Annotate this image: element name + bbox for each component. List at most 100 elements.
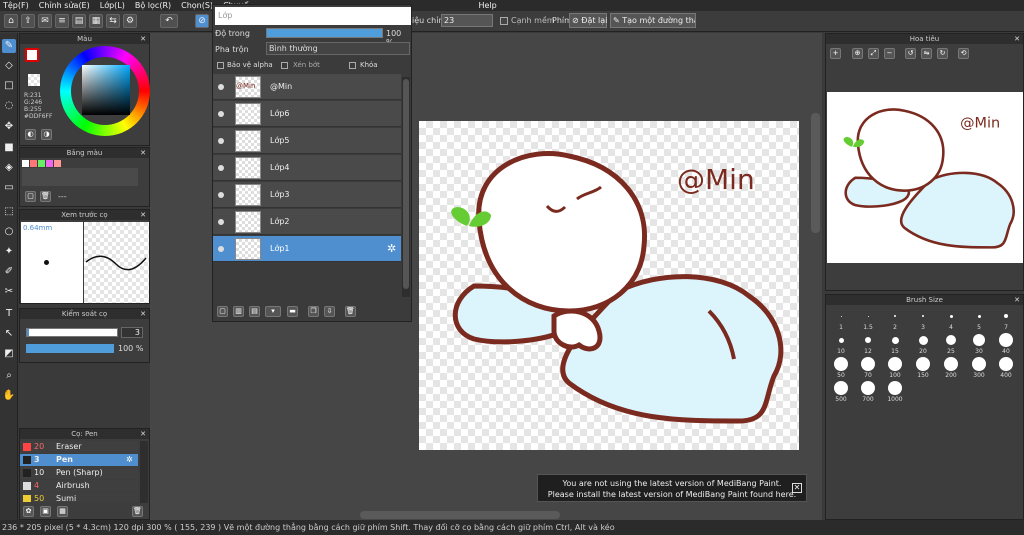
- brush-size-option[interactable]: 1.5: [856, 309, 880, 331]
- brush-tool-icon[interactable]: ✎: [2, 39, 16, 53]
- list-icon[interactable]: ≡: [55, 14, 69, 28]
- visibility-icon[interactable]: [218, 246, 224, 252]
- drawing-canvas[interactable]: @Min: [419, 121, 799, 450]
- brush-size-option[interactable]: 30: [967, 333, 991, 355]
- brush-item-pen-sharp[interactable]: 10 Pen (Sharp): [20, 467, 138, 479]
- select-eraser-icon[interactable]: ✂: [2, 285, 16, 299]
- close-icon[interactable]: ✕: [140, 210, 146, 220]
- rotate-right-icon[interactable]: ↻: [937, 48, 948, 59]
- brush-size-option[interactable]: 50: [829, 357, 853, 379]
- new-palette-icon[interactable]: ▢: [25, 191, 36, 202]
- make-line-button[interactable]: ✎ Tạo một đường thẳng: [610, 13, 696, 28]
- lasso-tool-icon[interactable]: ◌: [2, 99, 16, 113]
- update-notification[interactable]: You are not using the latest version of …: [537, 474, 807, 502]
- brush-size-option[interactable]: 400: [994, 357, 1018, 379]
- transparent-swatch[interactable]: [28, 74, 40, 86]
- brush-size-option[interactable]: 300: [967, 357, 991, 379]
- layer-row-lop2[interactable]: Lớp2: [213, 209, 401, 235]
- canvas-vscrollbar[interactable]: [811, 113, 820, 233]
- close-icon[interactable]: ✕: [1014, 295, 1020, 305]
- layer-panel-title[interactable]: Lớp: [215, 7, 411, 25]
- brush-size-option[interactable]: 10: [829, 333, 853, 355]
- blend-mode-select[interactable]: Bình thường: [266, 42, 410, 55]
- grid-icon[interactable]: ▦: [89, 14, 103, 28]
- divide-tool-icon[interactable]: ◩: [2, 347, 16, 361]
- brush-folder-icon[interactable]: ▦: [57, 506, 68, 517]
- add-brush-icon[interactable]: ✿: [23, 506, 34, 517]
- hand-tool-icon[interactable]: ✋: [2, 389, 16, 403]
- palette-swatch[interactable]: [22, 160, 29, 167]
- close-icon[interactable]: ✕: [1014, 34, 1020, 44]
- soft-edge-checkbox[interactable]: [500, 17, 508, 25]
- reset-button[interactable]: ⊘ Đặt lại: [569, 13, 607, 28]
- dot-tool-icon[interactable]: □: [2, 79, 16, 93]
- palette-swatch[interactable]: [38, 160, 45, 167]
- gradient-tool-icon[interactable]: ▭: [2, 181, 16, 195]
- menu-help[interactable]: Help: [478, 1, 496, 10]
- brush-size-option[interactable]: 1: [829, 309, 853, 331]
- operation-tool-icon[interactable]: ↖: [2, 327, 16, 341]
- layer-row-lop3[interactable]: Lớp3: [213, 182, 401, 208]
- canvas-hscrollbar[interactable]: [360, 511, 560, 519]
- visibility-icon[interactable]: [218, 138, 224, 144]
- close-icon[interactable]: ✕: [140, 309, 146, 319]
- gear-icon[interactable]: ✲: [387, 242, 396, 255]
- menu-filter[interactable]: Bộ lọc(R): [135, 1, 171, 10]
- brush-size-option[interactable]: 3: [911, 309, 935, 331]
- protect-alpha-checkbox[interactable]: [217, 62, 224, 69]
- merge-down-icon[interactable]: ⇩: [324, 306, 335, 317]
- brush-size-option[interactable]: 200: [939, 357, 963, 379]
- eyedropper-icon[interactable]: ⌕: [2, 369, 16, 383]
- brush-item-airbrush[interactable]: 4 Airbrush: [20, 480, 138, 492]
- brush-size-option[interactable]: 700: [856, 381, 880, 403]
- brush-size-option[interactable]: 7: [994, 309, 1018, 331]
- visibility-icon[interactable]: [218, 192, 224, 198]
- palette-alt-icon[interactable]: ◑: [41, 129, 52, 140]
- new-layer-icon[interactable]: ▢: [217, 306, 228, 317]
- layer-row-lop1[interactable]: Lớp1 ✲: [213, 236, 401, 262]
- reset-view-icon[interactable]: ⟲: [958, 48, 969, 59]
- rotate-left-icon[interactable]: ↺: [905, 48, 916, 59]
- new-8bit-layer-icon[interactable]: ▤: [249, 306, 260, 317]
- gear-icon[interactable]: ⚙: [123, 14, 137, 28]
- delete-palette-icon[interactable]: 🗑: [40, 191, 51, 202]
- comment-icon[interactable]: ✉: [38, 14, 52, 28]
- size-value[interactable]: 3: [121, 327, 143, 338]
- menu-select[interactable]: Chọn(S): [181, 1, 213, 10]
- home-icon[interactable]: ⌂: [4, 14, 18, 28]
- menu-edit[interactable]: Chỉnh sửa(E): [39, 1, 90, 10]
- brush-size-option[interactable]: 2: [883, 309, 907, 331]
- zoom-in-alt-icon[interactable]: ⊕: [852, 48, 863, 59]
- duplicate-layer-icon[interactable]: ❐: [308, 306, 319, 317]
- select-pen-icon[interactable]: ✐: [2, 265, 16, 279]
- delete-layer-icon[interactable]: 🗑: [345, 306, 356, 317]
- visibility-icon[interactable]: [218, 165, 224, 171]
- layer-row-lop4[interactable]: Lớp4: [213, 155, 401, 181]
- layer-type-dropdown-icon[interactable]: ▾: [265, 306, 281, 317]
- visibility-icon[interactable]: [218, 84, 224, 90]
- brush-settings-icon[interactable]: ▣: [40, 506, 51, 517]
- brush-size-option[interactable]: 15: [883, 333, 907, 355]
- magic-wand-icon[interactable]: ✦: [2, 245, 16, 259]
- undo-icon[interactable]: ↶: [160, 14, 178, 28]
- brush-size-option[interactable]: 12: [856, 333, 880, 355]
- visibility-icon[interactable]: [218, 111, 224, 117]
- palette-area[interactable]: [22, 168, 138, 186]
- palette-icon[interactable]: ◐: [25, 129, 36, 140]
- brush-size-option[interactable]: 70: [856, 357, 880, 379]
- brush-size-option[interactable]: 40: [994, 333, 1018, 355]
- adjust-select[interactable]: 23: [441, 14, 493, 27]
- flip-icon[interactable]: ⇋: [921, 48, 932, 59]
- zoom-out-icon[interactable]: −: [884, 48, 895, 59]
- upload-icon[interactable]: ⇪: [21, 14, 35, 28]
- lock-checkbox[interactable]: [349, 62, 356, 69]
- move-tool-icon[interactable]: ✥: [2, 120, 16, 134]
- gear-icon[interactable]: ✲: [126, 454, 133, 466]
- opacity-slider[interactable]: [26, 344, 114, 353]
- brush-item-sumi[interactable]: 50 Sumi: [20, 493, 138, 502]
- close-icon[interactable]: ✕: [140, 148, 146, 158]
- text-tool-icon[interactable]: T: [2, 307, 16, 321]
- brush-size-option[interactable]: 150: [911, 357, 935, 379]
- panel-icon[interactable]: ▤: [72, 14, 86, 28]
- delete-brush-icon[interactable]: 🗑: [132, 506, 143, 517]
